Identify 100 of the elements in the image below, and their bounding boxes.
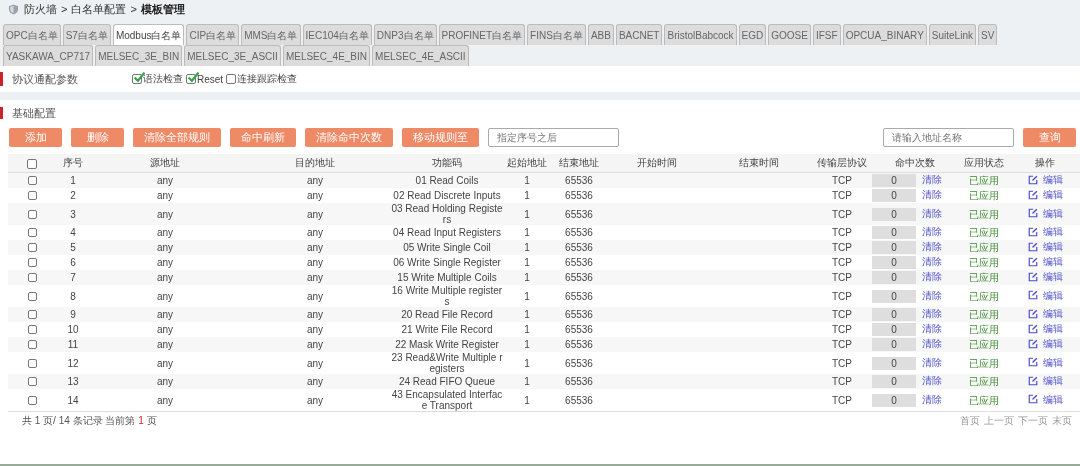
table-cell: any [156, 339, 174, 350]
checkbox[interactable] [226, 74, 237, 84]
search-button[interactable]: 查询 [1023, 128, 1076, 147]
clear-link[interactable]: 清除 [921, 375, 942, 387]
edit-icon[interactable] [1027, 226, 1038, 237]
column-header: 传输层协议 [817, 157, 867, 168]
edit-icon[interactable] [1027, 357, 1038, 368]
protocol-tab[interactable]: MELSEC_3E_ASCII [184, 45, 281, 66]
status-text: 已应用 [969, 309, 999, 320]
protocol-tab[interactable]: PROFINET白名单 [438, 24, 526, 45]
clear-link[interactable]: 清除 [921, 241, 942, 253]
edit-icon[interactable] [1027, 308, 1038, 319]
edit-icon[interactable] [1027, 375, 1038, 386]
clear-link[interactable]: 清除 [921, 338, 942, 350]
breadcrumb-item[interactable]: 防火墙 [24, 1, 57, 17]
row-checkbox[interactable] [27, 340, 37, 349]
clear-link[interactable]: 清除 [921, 226, 942, 238]
edit-icon[interactable] [1027, 394, 1038, 405]
protocol-tab[interactable]: DNP3白名单 [373, 24, 437, 45]
edit-link[interactable]: 编辑 [1042, 356, 1063, 368]
protocol-tab[interactable]: GOOSE [768, 24, 811, 45]
row-checkbox[interactable] [27, 310, 37, 319]
clear-link[interactable]: 清除 [921, 393, 942, 405]
protocol-tab[interactable]: BristolBabcock [664, 24, 737, 45]
hit-count: 0 [872, 356, 916, 370]
table-cell: 65536 [565, 339, 593, 350]
clear-link[interactable]: 清除 [921, 174, 942, 186]
edit-link[interactable]: 编辑 [1042, 393, 1063, 405]
search-field[interactable]: 请输入地址名称 [883, 128, 1014, 147]
row-checkbox[interactable] [27, 273, 37, 282]
row-checkbox[interactable] [27, 377, 37, 386]
row-checkbox[interactable] [27, 358, 37, 368]
protocol-tab[interactable]: FINS白名单 [527, 24, 586, 45]
protocol-tab[interactable]: SuiteLink [928, 24, 976, 45]
row-checkbox[interactable] [27, 209, 37, 219]
row-checkbox[interactable] [27, 258, 37, 267]
action-button[interactable]: 添加 [9, 128, 62, 147]
clear-link[interactable]: 清除 [921, 256, 942, 268]
clear-link[interactable]: 清除 [921, 308, 942, 320]
protocol-tab[interactable]: EGD [738, 24, 767, 45]
checkbox[interactable] [132, 74, 142, 84]
row-checkbox[interactable] [27, 176, 37, 185]
pager-link[interactable]: 首页 [960, 415, 980, 427]
action-button[interactable]: 清除全部规则 [133, 128, 221, 147]
protocol-tab[interactable]: IFSF [812, 24, 841, 45]
edit-icon[interactable] [1027, 323, 1038, 334]
clear-link[interactable]: 清除 [921, 189, 942, 201]
clear-link[interactable]: 清除 [921, 323, 942, 335]
breadcrumb-item[interactable]: 白名单配置 [71, 1, 127, 17]
row-checkbox[interactable] [27, 191, 37, 200]
position-field[interactable]: 指定序号之后 [488, 128, 619, 147]
protocol-tab[interactable]: CIP白名单 [186, 24, 240, 45]
action-button[interactable]: 清除命中次数 [305, 128, 393, 147]
row-checkbox[interactable] [27, 395, 37, 405]
row-checkbox[interactable] [27, 228, 37, 237]
row-checkbox[interactable] [27, 291, 37, 301]
edit-link[interactable]: 编辑 [1042, 189, 1063, 201]
row-checkbox[interactable] [27, 243, 37, 252]
pager-link[interactable]: 末页 [1052, 415, 1072, 427]
edit-link[interactable]: 编辑 [1042, 256, 1063, 268]
clear-link[interactable]: 清除 [921, 289, 942, 301]
protocol-tab[interactable]: SV [977, 24, 998, 45]
edit-icon[interactable] [1027, 208, 1038, 219]
protocol-tab[interactable]: MELSEC_3E_BIN [95, 45, 183, 66]
clear-link[interactable]: 清除 [921, 207, 942, 219]
protocol-tab[interactable]: YASKAWA_CP717 [3, 45, 94, 66]
clear-link[interactable]: 清除 [921, 356, 942, 368]
edit-icon[interactable] [1027, 241, 1038, 252]
protocol-tab[interactable]: S7白名单 [62, 24, 111, 45]
protocol-tab[interactable]: Modbus白名单 [112, 24, 185, 45]
edit-icon[interactable] [1027, 271, 1038, 282]
edit-icon[interactable] [1027, 290, 1038, 301]
action-button[interactable]: 删除 [71, 128, 124, 147]
protocol-tab[interactable]: IEC104白名单 [302, 24, 372, 45]
table-cell: any [306, 175, 324, 186]
checkbox[interactable] [186, 74, 196, 84]
row-checkbox[interactable] [27, 325, 37, 334]
clear-link[interactable]: 清除 [921, 271, 942, 283]
edit-icon[interactable] [1027, 338, 1038, 349]
edit-link[interactable]: 编辑 [1042, 323, 1063, 335]
protocol-tab[interactable]: BACNET [615, 24, 663, 45]
protocol-tab[interactable]: OPCUA_BINARY [842, 24, 927, 45]
edit-link[interactable]: 编辑 [1042, 289, 1063, 301]
edit-link[interactable]: 编辑 [1042, 207, 1063, 219]
protocol-tab[interactable]: MELSEC_4E_ASCII [372, 45, 469, 66]
edit-link[interactable]: 编辑 [1042, 226, 1063, 238]
edit-icon[interactable] [1027, 174, 1038, 185]
action-button[interactable]: 命中刷新 [230, 128, 296, 147]
table-cell: TCP [832, 242, 852, 253]
protocol-tab[interactable]: ABB [587, 24, 614, 45]
hit-count: 0 [872, 241, 916, 254]
edit-icon[interactable] [1027, 189, 1038, 200]
protocol-tab[interactable]: OPC白名单 [3, 24, 61, 45]
select-all-checkbox[interactable] [27, 158, 37, 169]
protocol-tab[interactable]: MMS白名单 [241, 24, 301, 45]
column-header: 应用状态 [964, 157, 1004, 168]
protocol-tab[interactable]: MELSEC_4E_BIN [282, 45, 371, 66]
edit-icon[interactable] [1027, 256, 1038, 267]
table-cell: any [156, 272, 174, 283]
action-button[interactable]: 移动规则至 [402, 128, 479, 147]
